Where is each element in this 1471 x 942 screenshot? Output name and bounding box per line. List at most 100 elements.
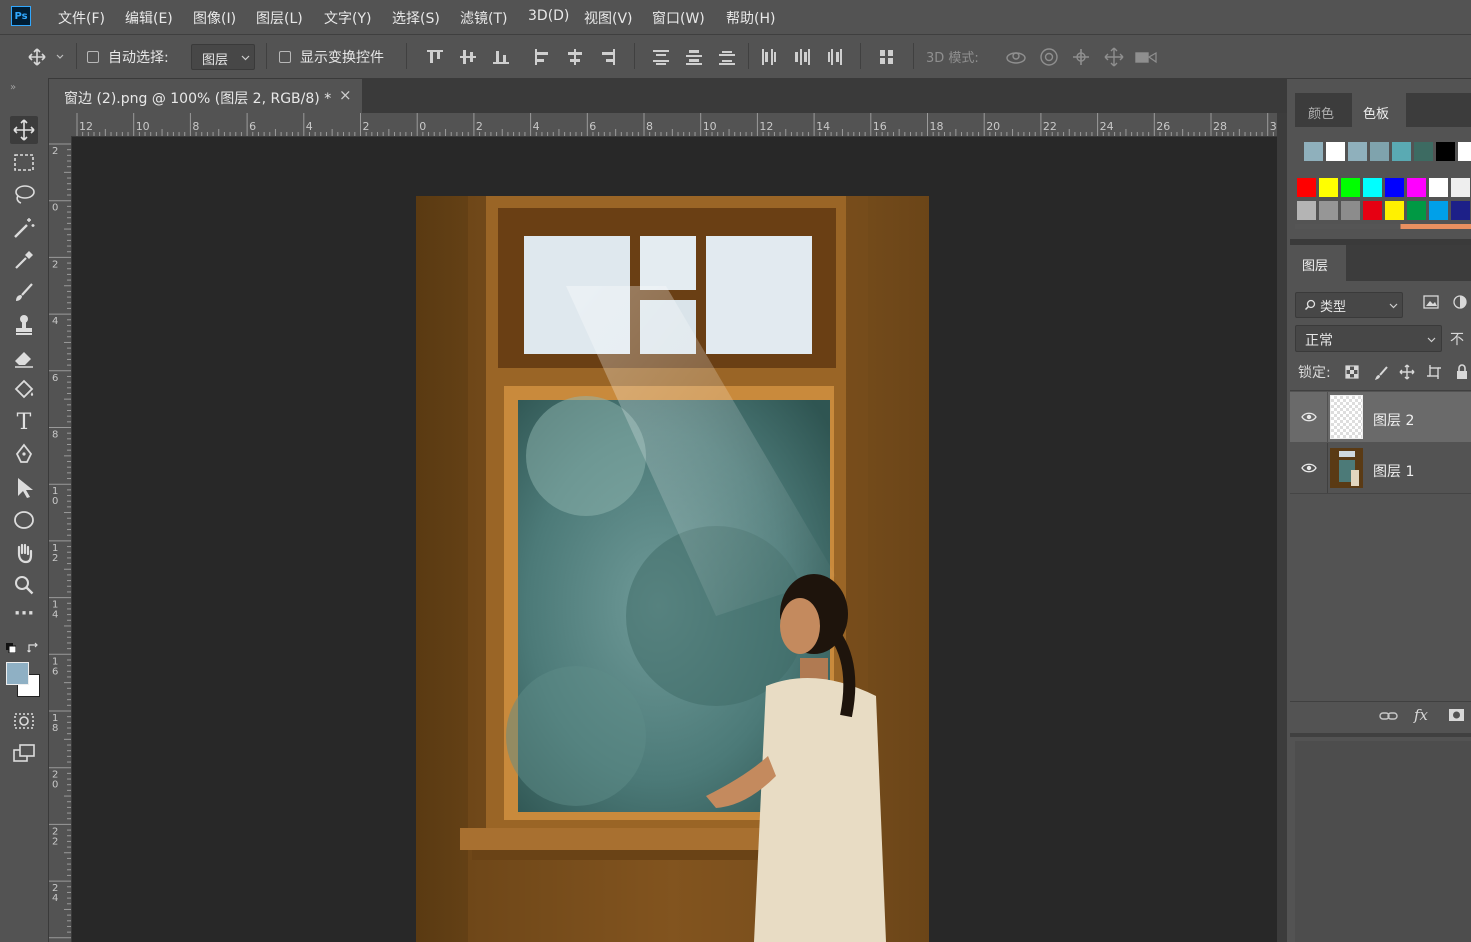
color-swatch[interactable] bbox=[1370, 142, 1389, 161]
eyedropper-tool-icon[interactable] bbox=[10, 246, 38, 274]
color-swatch[interactable] bbox=[1319, 201, 1338, 220]
menu-window[interactable]: 窗口(W) bbox=[652, 8, 705, 28]
lock-transparent-pixels-icon[interactable] bbox=[1345, 365, 1359, 379]
color-swatch[interactable] bbox=[1385, 201, 1404, 220]
lasso-tool-icon[interactable] bbox=[10, 181, 38, 209]
ellipse-tool-icon[interactable] bbox=[10, 506, 38, 534]
paint-bucket-tool-icon[interactable] bbox=[10, 376, 38, 404]
color-swatch[interactable] bbox=[1407, 201, 1426, 220]
clone-stamp-tool-icon[interactable] bbox=[10, 311, 38, 339]
screen-mode-icon[interactable] bbox=[10, 740, 38, 768]
lock-position-icon[interactable] bbox=[1399, 364, 1415, 380]
color-swatch[interactable] bbox=[1458, 142, 1471, 161]
color-swatch[interactable] bbox=[1341, 201, 1360, 220]
tab-swatches[interactable]: 色板 bbox=[1352, 93, 1406, 127]
align-left-icon[interactable] bbox=[532, 47, 552, 67]
align-right-icon[interactable] bbox=[598, 47, 618, 67]
auto-select-target-dropdown[interactable]: 图层 bbox=[191, 44, 255, 70]
color-swatch[interactable] bbox=[1429, 178, 1448, 197]
distribute-left-icon[interactable] bbox=[759, 47, 779, 67]
color-swatch[interactable] bbox=[1436, 142, 1455, 161]
3d-scale-camera-icon[interactable] bbox=[1134, 47, 1160, 67]
menu-edit[interactable]: 编辑(E) bbox=[125, 8, 173, 28]
lock-artboard-icon[interactable] bbox=[1426, 364, 1442, 380]
marquee-tool-icon[interactable] bbox=[10, 149, 38, 177]
color-swatch[interactable] bbox=[1297, 201, 1316, 220]
distribute-horizontal-center-icon[interactable] bbox=[792, 47, 812, 67]
3d-slide-icon[interactable] bbox=[1103, 47, 1125, 67]
foreground-color-swatch[interactable] bbox=[6, 662, 29, 685]
eraser-tool-icon[interactable] bbox=[10, 344, 38, 372]
distribute-right-icon[interactable] bbox=[825, 47, 845, 67]
distribute-spacing-icon[interactable] bbox=[877, 47, 897, 67]
align-vertical-center-icon[interactable] bbox=[458, 47, 478, 67]
zoom-tool-icon[interactable] bbox=[10, 571, 38, 599]
distribute-vertical-center-icon[interactable] bbox=[684, 47, 704, 67]
expand-toolbox-icon[interactable]: » bbox=[10, 82, 16, 93]
type-tool-icon[interactable]: T bbox=[10, 409, 38, 437]
visibility-eye-icon[interactable] bbox=[1301, 463, 1317, 473]
align-horizontal-center-icon[interactable] bbox=[565, 47, 585, 67]
brush-tool-icon[interactable] bbox=[10, 279, 38, 307]
color-swatch[interactable] bbox=[1429, 201, 1448, 220]
menu-3d[interactable]: 3D(D) bbox=[528, 8, 569, 24]
close-tab-icon[interactable]: × bbox=[339, 86, 352, 104]
filter-adjustment-layer-icon[interactable] bbox=[1453, 295, 1467, 309]
more-tools-icon[interactable]: ··· bbox=[10, 604, 38, 632]
color-swatch[interactable] bbox=[1385, 178, 1404, 197]
color-swatch[interactable] bbox=[1304, 142, 1323, 161]
visibility-eye-icon[interactable] bbox=[1301, 412, 1317, 422]
color-swatch[interactable] bbox=[1451, 201, 1470, 220]
color-swatch[interactable] bbox=[1363, 201, 1382, 220]
layer-row-2[interactable]: 图层 2 bbox=[1290, 392, 1471, 442]
lock-image-pixels-icon[interactable] bbox=[1373, 365, 1389, 381]
add-layer-mask-icon[interactable] bbox=[1448, 708, 1465, 722]
3d-orbit-icon[interactable] bbox=[1004, 47, 1028, 67]
menu-help[interactable]: 帮助(H) bbox=[726, 8, 775, 28]
move-tool-icon[interactable] bbox=[10, 116, 38, 144]
pen-tool-icon[interactable] bbox=[10, 441, 38, 469]
color-swatch[interactable] bbox=[1407, 178, 1426, 197]
menu-type[interactable]: 文字(Y) bbox=[324, 8, 371, 28]
swap-colors-icon[interactable] bbox=[27, 642, 41, 654]
layer-row-1[interactable]: 图层 1 bbox=[1290, 443, 1471, 493]
link-layers-icon[interactable] bbox=[1379, 710, 1399, 722]
distribute-bottom-icon[interactable] bbox=[717, 47, 737, 67]
layer-style-fx-icon[interactable]: fx bbox=[1414, 706, 1428, 724]
color-swatch[interactable] bbox=[1341, 178, 1360, 197]
layer-name[interactable]: 图层 2 bbox=[1373, 410, 1414, 430]
menu-select[interactable]: 选择(S) bbox=[392, 8, 440, 28]
menu-view[interactable]: 视图(V) bbox=[584, 8, 633, 28]
menu-image[interactable]: 图像(I) bbox=[193, 8, 236, 28]
color-swatch[interactable] bbox=[1363, 178, 1382, 197]
layer-name[interactable]: 图层 1 bbox=[1373, 461, 1414, 481]
distribute-top-icon[interactable] bbox=[651, 47, 671, 67]
color-swatch[interactable] bbox=[1451, 178, 1470, 197]
quick-mask-icon[interactable] bbox=[10, 707, 38, 735]
path-selection-tool-icon[interactable] bbox=[10, 474, 38, 502]
document-tab[interactable]: 窗边 (2).png @ 100% (图层 2, RGB/8) * × bbox=[49, 79, 362, 113]
blend-mode-dropdown[interactable]: 正常 bbox=[1295, 325, 1442, 352]
align-top-icon[interactable] bbox=[425, 47, 445, 67]
layer-filter-dropdown[interactable]: 类型 bbox=[1295, 292, 1403, 318]
hand-tool-icon[interactable] bbox=[10, 539, 38, 567]
lock-all-icon[interactable] bbox=[1456, 364, 1468, 380]
color-swatch[interactable] bbox=[1414, 142, 1433, 161]
3d-roll-icon[interactable] bbox=[1038, 47, 1060, 67]
3d-pan-icon[interactable] bbox=[1070, 47, 1092, 67]
menu-filter[interactable]: 滤镜(T) bbox=[460, 8, 507, 28]
menu-layer[interactable]: 图层(L) bbox=[256, 8, 303, 28]
color-swatch[interactable] bbox=[1297, 178, 1316, 197]
show-transform-checkbox[interactable] bbox=[279, 51, 291, 63]
color-swatch[interactable] bbox=[1319, 178, 1338, 197]
filter-pixel-layer-icon[interactable] bbox=[1423, 295, 1439, 309]
tab-layers[interactable]: 图层 bbox=[1290, 245, 1346, 281]
vertical-ruler[interactable]: 2024681012141618202224 bbox=[49, 136, 72, 942]
canvas-area[interactable] bbox=[72, 137, 1277, 942]
tab-color[interactable]: 颜色 bbox=[1308, 103, 1334, 122]
menu-file[interactable]: 文件(F) bbox=[58, 8, 105, 28]
default-colors-icon[interactable] bbox=[6, 643, 16, 653]
magic-wand-tool-icon[interactable] bbox=[10, 214, 38, 242]
move-tool-preset-icon[interactable] bbox=[26, 47, 66, 67]
document-image[interactable] bbox=[416, 196, 929, 942]
